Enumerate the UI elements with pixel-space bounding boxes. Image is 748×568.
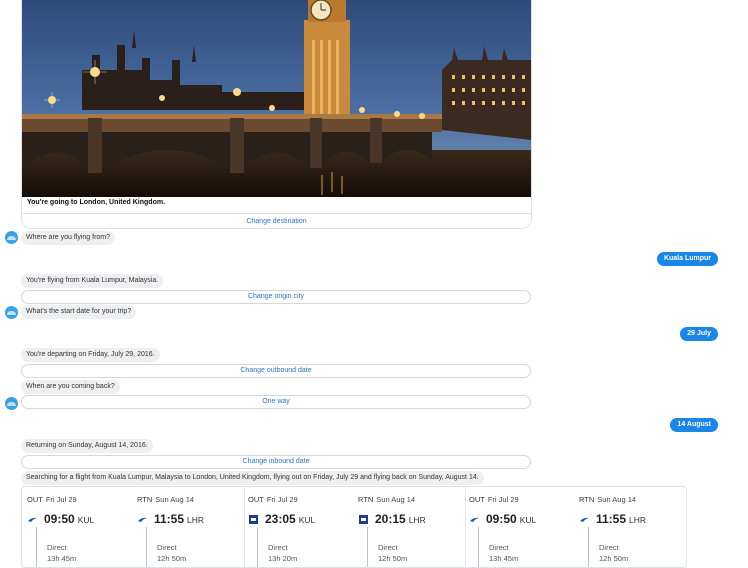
route-line: [257, 527, 258, 567]
departure-time: 23:05 KUL: [265, 512, 315, 526]
leg-direction: OUT: [469, 495, 485, 504]
bot-message-ask-origin: Where are you flying from?: [21, 231, 116, 245]
destination-caption: You're going to London, United Kingdom.: [27, 199, 166, 206]
time-value: 11:55: [154, 512, 185, 526]
route-line: [367, 527, 368, 567]
stops-label: Direct: [599, 543, 619, 552]
flight-option-card[interactable]: OUT Fri Jul 29 23:05 KUL Direct 13h 20m RT…: [243, 487, 466, 567]
airport-code: LHR: [408, 515, 426, 525]
airport-code: LHR: [629, 515, 647, 525]
stops-label: Direct: [268, 543, 288, 552]
time-value: 11:55: [596, 512, 627, 526]
leg-direction: RTN: [358, 495, 374, 504]
change-destination-button[interactable]: Change destination: [22, 213, 531, 228]
departure-time: 11:55 LHR: [154, 512, 204, 526]
leg-header: RTN Sun Aug 14: [579, 495, 636, 504]
flight-option-card[interactable]: OUT Fri Jul 29 09:50 KUL Direct 13h 45m RT…: [464, 487, 686, 567]
airport-code: KUL: [519, 515, 537, 525]
london-image: [22, 0, 531, 197]
bot-message-ask-return: When are you coming back?: [21, 380, 120, 394]
stops-label: Direct: [489, 543, 509, 552]
leg-date: Fri Jul 29: [266, 495, 298, 504]
leg-date: Sun Aug 14: [155, 495, 195, 504]
airport-code: LHR: [187, 515, 205, 525]
time-value: 09:50: [44, 512, 75, 526]
bot-message-depart-confirm: You're departing on Friday, July 29, 201…: [21, 348, 160, 362]
return-leg: RTN Sun Aug 14 20:15 LHR Direct 12h 50m: [353, 487, 463, 567]
leg-header: OUT Fri Jul 29: [248, 495, 298, 504]
change-inbound-button[interactable]: Change inbound date: [21, 455, 531, 469]
leg-date: Sun Aug 14: [597, 495, 637, 504]
change-outbound-button[interactable]: Change outbound date: [21, 364, 531, 378]
airport-code: KUL: [77, 515, 95, 525]
stops-label: Direct: [378, 543, 398, 552]
airport-code: KUL: [298, 515, 316, 525]
change-origin-button[interactable]: Change origin city: [21, 290, 531, 304]
time-value: 23:05: [265, 512, 296, 526]
leg-header: RTN Sun Aug 14: [358, 495, 415, 504]
bot-message-searching: Searching for a flight from Kuala Lumpur…: [21, 471, 484, 485]
stops-label: Direct: [47, 543, 67, 552]
leg-date: Fri Jul 29: [45, 495, 77, 504]
time-value: 20:15: [375, 512, 406, 526]
bot-avatar-icon: [5, 397, 18, 410]
destination-card: You're going to London, United Kingdom. …: [21, 0, 532, 229]
bot-message-origin-confirm: You're flying from Kuala Lumpur, Malaysi…: [21, 274, 164, 288]
airline-swoosh-icon: [138, 517, 147, 522]
duration-label: 12h 50m: [157, 554, 187, 563]
bot-message-return-confirm: Returning on Sunday, August 14, 2016.: [21, 439, 153, 453]
bot-message-ask-start: What's the start date for your trip?: [21, 305, 137, 319]
departure-time: 09:50 KUL: [44, 512, 94, 526]
leg-header: RTN Sun Aug 14: [137, 495, 194, 504]
leg-direction: OUT: [27, 495, 43, 504]
airline-swoosh-icon: [28, 517, 37, 522]
duration-label: 13h 45m: [489, 554, 519, 563]
flight-option-card[interactable]: OUT Fri Jul 29 09:50 KUL Direct 13h 45m RT…: [22, 487, 245, 567]
user-message-origin: Kuala Lumpur: [656, 252, 718, 266]
route-line: [478, 527, 479, 567]
airline-square-icon: [249, 515, 258, 524]
leg-direction: OUT: [248, 495, 264, 504]
departure-time: 20:15 LHR: [375, 512, 426, 526]
leg-direction: RTN: [137, 495, 153, 504]
time-value: 09:50: [486, 512, 517, 526]
route-line: [146, 527, 147, 567]
duration-label: 12h 50m: [599, 554, 629, 563]
outbound-leg: OUT Fri Jul 29 09:50 KUL Direct 13h 45m: [22, 487, 132, 567]
bot-avatar-icon: [5, 231, 18, 244]
airline-swoosh-icon: [580, 517, 589, 522]
leg-direction: RTN: [579, 495, 595, 504]
user-message-return-date: 14 August: [670, 418, 718, 432]
bot-avatar-icon: [5, 306, 18, 319]
departure-time: 09:50 KUL: [486, 512, 536, 526]
return-leg: RTN Sun Aug 14 11:55 LHR Direct 12h 50m: [574, 487, 684, 567]
leg-date: Fri Jul 29: [487, 495, 519, 504]
flight-results: OUT Fri Jul 29 09:50 KUL Direct 13h 45m RT…: [21, 486, 687, 568]
duration-label: 13h 45m: [47, 554, 77, 563]
duration-label: 12h 50m: [378, 554, 408, 563]
user-message-start-date: 29 July: [680, 327, 718, 341]
one-way-button[interactable]: One way: [21, 395, 531, 409]
route-line: [588, 527, 589, 567]
departure-time: 11:55 LHR: [596, 512, 646, 526]
airline-swoosh-icon: [470, 517, 479, 522]
leg-date: Sun Aug 14: [376, 495, 416, 504]
airline-square-icon: [359, 515, 368, 524]
leg-header: OUT Fri Jul 29: [469, 495, 519, 504]
outbound-leg: OUT Fri Jul 29 09:50 KUL Direct 13h 45m: [464, 487, 574, 567]
return-leg: RTN Sun Aug 14 11:55 LHR Direct 12h 50m: [132, 487, 242, 567]
stops-label: Direct: [157, 543, 177, 552]
leg-header: OUT Fri Jul 29: [27, 495, 77, 504]
route-line: [36, 527, 37, 567]
duration-label: 13h 20m: [268, 554, 298, 563]
outbound-leg: OUT Fri Jul 29 23:05 KUL Direct 13h 20m: [243, 487, 353, 567]
